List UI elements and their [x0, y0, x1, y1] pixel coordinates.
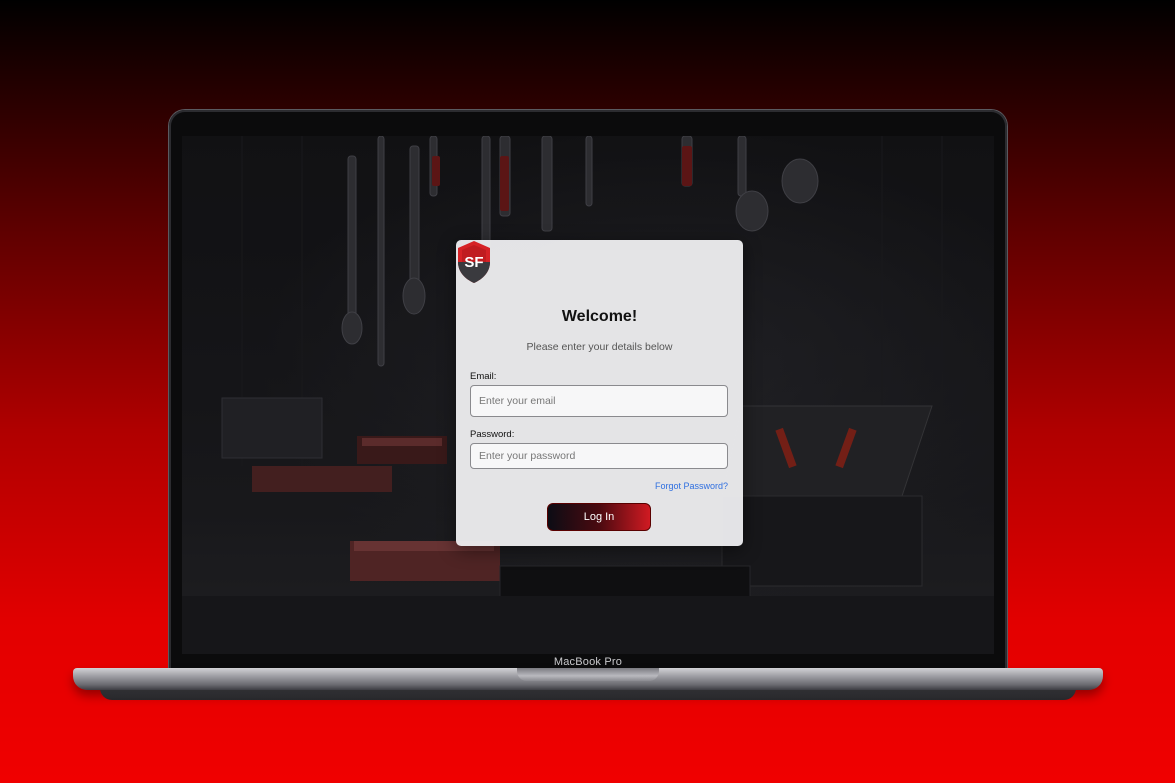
login-card: SF Welcome! Please enter your details be…	[456, 240, 743, 546]
logo-text: SF	[464, 254, 483, 271]
welcome-title: Welcome!	[561, 308, 638, 325]
welcome-subtitle: Please enter your details below	[526, 341, 673, 353]
device-label: MacBook Pro	[553, 656, 623, 668]
forgot-password-link[interactable]: Forgot Password?	[655, 481, 728, 491]
showcase-background: SF Welcome! Please enter your details be…	[0, 0, 1175, 783]
password-label: Password:	[470, 429, 515, 440]
shield-sf-logo-icon: SF	[458, 241, 490, 283]
laptop-hinge-notch	[517, 668, 659, 681]
email-label: Email:	[470, 371, 497, 382]
laptop-lid: SF Welcome! Please enter your details be…	[169, 110, 1007, 672]
laptop-screen: SF Welcome! Please enter your details be…	[182, 136, 994, 654]
email-field[interactable]	[470, 385, 728, 417]
password-field[interactable]	[470, 443, 728, 469]
login-button[interactable]: Log In	[547, 503, 651, 531]
workshop-background-image: SF Welcome! Please enter your details be…	[182, 136, 994, 654]
